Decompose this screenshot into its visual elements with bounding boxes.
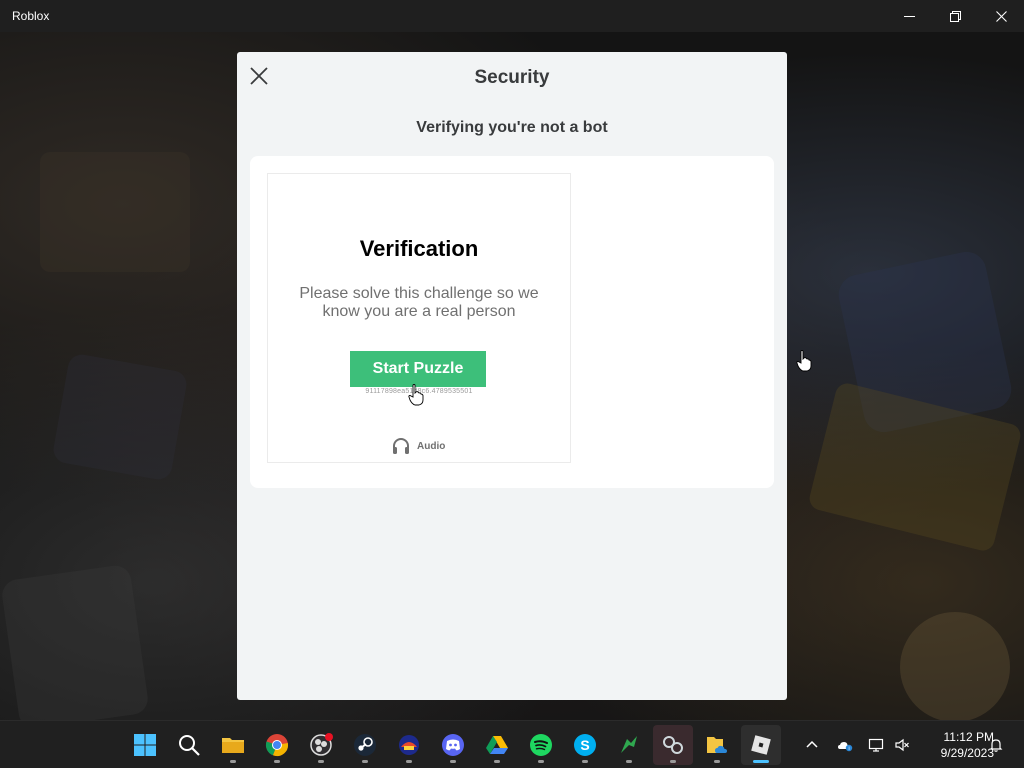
security-modal: Security Verifying you're not a bot Veri… xyxy=(237,52,787,700)
minimize-icon xyxy=(903,15,915,17)
window-title: Roblox xyxy=(12,9,50,23)
chrome-button[interactable] xyxy=(257,725,297,765)
running-indicator xyxy=(406,760,412,763)
minimize-button[interactable] xyxy=(886,0,932,32)
close-icon xyxy=(995,10,1007,22)
running-indicator xyxy=(450,760,456,763)
skype-button[interactable]: S xyxy=(565,725,605,765)
background-shape xyxy=(900,612,1010,722)
file-explorer-icon xyxy=(222,738,244,753)
chrome-icon xyxy=(265,734,288,757)
chevron-up-icon xyxy=(806,740,818,748)
modal-subtitle: Verifying you're not a bot xyxy=(416,119,608,136)
search-icon xyxy=(179,735,200,756)
restore-icon xyxy=(949,10,961,22)
running-indicator xyxy=(582,760,588,763)
headphones-icon xyxy=(393,438,409,454)
folder-cloud-button[interactable] xyxy=(697,725,737,765)
clock-date: 9/29/2023 xyxy=(940,746,994,760)
clock-time: 11:12 PM xyxy=(943,730,994,744)
running-indicator xyxy=(538,760,544,763)
discord-icon xyxy=(442,734,464,756)
app-icon xyxy=(663,736,683,754)
game-icon xyxy=(621,736,637,753)
steam-icon xyxy=(354,734,376,756)
game-launcher-button[interactable] xyxy=(389,725,429,765)
network-icon xyxy=(868,738,884,752)
background-shape xyxy=(0,563,150,731)
roblox-button[interactable] xyxy=(741,725,781,765)
file-explorer-button[interactable] xyxy=(213,725,253,765)
taskbar: S i 11:12 PM 9/29/2023 xyxy=(0,720,1024,768)
modal-title: Security xyxy=(474,67,550,88)
hand-cursor-icon xyxy=(408,384,424,406)
spotify-icon xyxy=(530,734,552,756)
network-tray-button[interactable] xyxy=(866,735,886,755)
start-icon xyxy=(134,734,156,756)
bell-icon xyxy=(989,739,1003,752)
taskbar-clock[interactable]: 11:12 PM 9/29/2023 xyxy=(918,729,994,761)
audio-label: Audio xyxy=(417,440,446,452)
restore-button[interactable] xyxy=(932,0,978,32)
google-drive-icon xyxy=(486,736,508,754)
challenge-title: Verification xyxy=(359,236,479,261)
challenge-description: Please solve this challenge so we know y… xyxy=(299,285,539,320)
audio-challenge-button[interactable]: Audio xyxy=(391,436,445,456)
obs-icon xyxy=(310,733,333,756)
running-indicator xyxy=(318,760,324,763)
running-indicator xyxy=(714,760,720,763)
challenge-frame: Verification Please solve this challenge… xyxy=(267,173,571,463)
volume-muted-icon xyxy=(895,738,909,752)
show-hidden-icons-button[interactable] xyxy=(802,735,822,755)
background-shape xyxy=(51,352,189,482)
close-window-button[interactable] xyxy=(978,0,1024,32)
running-indicator xyxy=(362,760,368,763)
discord-button[interactable] xyxy=(433,725,473,765)
challenge-card: Verification Please solve this challenge… xyxy=(250,156,774,488)
app-button[interactable] xyxy=(653,725,693,765)
svg-text:i: i xyxy=(848,746,849,752)
roblox-icon xyxy=(751,735,771,755)
game-button[interactable] xyxy=(609,725,649,765)
running-indicator xyxy=(670,760,676,763)
volume-tray-button[interactable] xyxy=(892,735,912,755)
folder-cloud-icon xyxy=(707,737,727,753)
active-indicator xyxy=(753,760,769,763)
running-indicator xyxy=(494,760,500,763)
running-indicator xyxy=(626,760,632,763)
obs-button[interactable] xyxy=(301,725,341,765)
start-puzzle-button[interactable]: Start Puzzle xyxy=(350,351,486,387)
steam-button[interactable] xyxy=(345,725,385,765)
window-titlebar: Roblox xyxy=(0,0,1024,32)
cloud-icon: i xyxy=(838,742,853,752)
onedrive-tray-button[interactable]: i xyxy=(835,735,855,755)
running-indicator xyxy=(230,760,236,763)
start-button[interactable] xyxy=(125,725,165,765)
game-launcher-icon xyxy=(399,735,419,755)
svg-text:S: S xyxy=(580,737,589,753)
hand-cursor-icon xyxy=(796,350,812,372)
search-button[interactable] xyxy=(169,725,209,765)
running-indicator xyxy=(274,760,280,763)
google-drive-button[interactable] xyxy=(477,725,517,765)
notifications-button[interactable] xyxy=(986,735,1006,755)
background-shape xyxy=(40,152,190,272)
spotify-button[interactable] xyxy=(521,725,561,765)
skype-icon: S xyxy=(574,734,596,756)
